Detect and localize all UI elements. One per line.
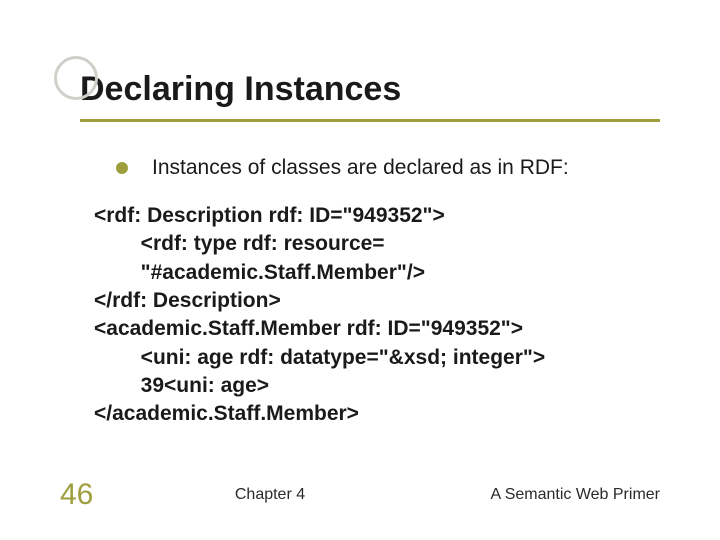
- code-line: "#academic.Staff.Member"/>: [94, 259, 670, 287]
- title-underline: [80, 119, 660, 122]
- bullet-text: Instances of classes are declared as in …: [152, 156, 569, 180]
- code-line: <academic.Staff.Member rdf: ID="949352">: [94, 315, 670, 343]
- slide-container: Declaring Instances Instances of classes…: [0, 0, 720, 540]
- code-line: 39<uni: age>: [94, 372, 670, 400]
- code-line: <uni: age rdf: datatype="&xsd; integer">: [94, 344, 670, 372]
- code-block: <rdf: Description rdf: ID="949352"> <rdf…: [94, 202, 670, 429]
- accent-circle-decoration: [54, 56, 98, 100]
- footer-chapter: Chapter 4: [100, 486, 440, 504]
- slide-title: Declaring Instances: [80, 70, 670, 109]
- footer-book-title: A Semantic Web Primer: [440, 486, 660, 504]
- slide-footer: 46 Chapter 4 A Semantic Web Primer: [0, 478, 720, 512]
- bullet-icon: [116, 162, 128, 174]
- code-line: </rdf: Description>: [94, 287, 670, 315]
- code-line: <rdf: type rdf: resource=: [94, 230, 670, 258]
- code-line: </academic.Staff.Member>: [94, 400, 670, 428]
- bullet-item: Instances of classes are declared as in …: [116, 156, 670, 180]
- code-line: <rdf: Description rdf: ID="949352">: [94, 202, 670, 230]
